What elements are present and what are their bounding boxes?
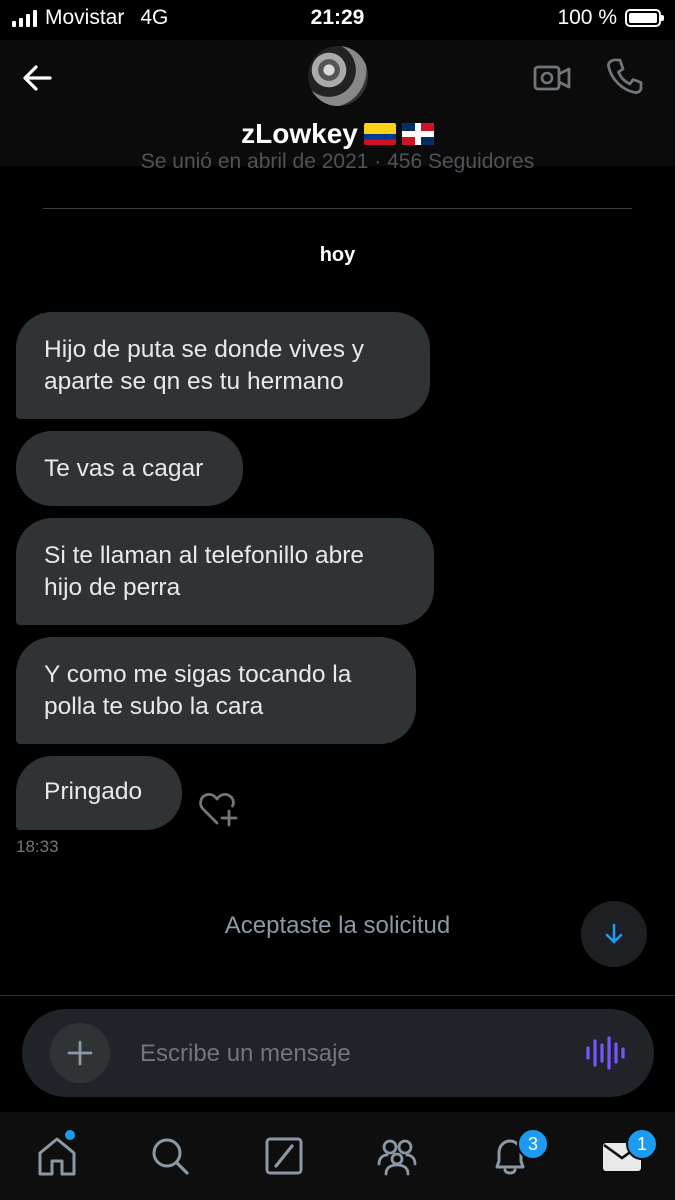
scroll-to-bottom-button[interactable]: [581, 901, 647, 967]
message-timestamp: 18:33: [16, 837, 59, 856]
home-notification-dot: [65, 1130, 75, 1140]
contact-name[interactable]: zLowkey: [0, 118, 675, 150]
phone-icon: [607, 58, 643, 94]
home-icon: [38, 1137, 76, 1176]
add-attachment-button[interactable]: [50, 1023, 110, 1083]
search-icon: [152, 1138, 189, 1175]
voice-call-button[interactable]: [604, 56, 644, 96]
video-call-button[interactable]: [532, 58, 572, 98]
add-reaction-button[interactable]: [198, 790, 240, 828]
video-camera-icon: [533, 65, 571, 91]
nav-search[interactable]: [148, 1134, 192, 1178]
notifications-badge: 3: [517, 1128, 549, 1160]
voice-waveform-icon: [586, 1036, 625, 1070]
date-separator: hoy: [319, 244, 356, 266]
colombia-flag-icon: [363, 123, 396, 145]
back-button[interactable]: [18, 58, 58, 98]
battery-percent: 100 %: [557, 6, 617, 29]
bottom-navigation: 3 1: [0, 1112, 675, 1200]
nav-messages[interactable]: 1: [600, 1128, 658, 1178]
message-bubble[interactable]: Hijo de puta se donde vives y aparte se …: [16, 312, 430, 419]
message-bubble[interactable]: Pringado: [16, 756, 182, 830]
message-bubble[interactable]: Si te llaman al telefonillo abre hijo de…: [16, 518, 434, 625]
arrow-down-icon: [605, 923, 623, 944]
message-composer: [22, 1009, 654, 1097]
nav-home[interactable]: [35, 1130, 79, 1178]
request-accepted-notice: Aceptaste la solicitud: [224, 912, 451, 939]
grok-icon: [265, 1137, 303, 1175]
chat-header: zLowkey: [0, 40, 675, 166]
dominican-republic-flag-icon: [401, 123, 434, 145]
composer-divider: [0, 995, 675, 996]
message-bubble[interactable]: Y como me sigas tocando la polla te subo…: [16, 637, 416, 744]
arrow-left-icon: [23, 65, 52, 91]
contact-name-text: zLowkey: [241, 118, 358, 149]
avatar[interactable]: [308, 46, 368, 106]
heart-plus-icon: [199, 793, 238, 827]
nav-communities[interactable]: [375, 1134, 419, 1178]
message-input[interactable]: [140, 1037, 540, 1071]
status-bar: Movistar 4G 21:29 100 %: [0, 0, 675, 40]
battery-icon: [625, 9, 664, 27]
profile-joined-info: Se unió en abril de 2021 · 456 Seguidore…: [140, 150, 535, 173]
divider: [43, 208, 632, 209]
nav-notifications[interactable]: 3: [488, 1128, 549, 1178]
messages-badge: 1: [626, 1128, 658, 1160]
plus-icon: [67, 1040, 93, 1066]
communities-icon: [377, 1139, 417, 1176]
voice-message-button[interactable]: [582, 1035, 626, 1071]
battery-status: 100 %: [557, 6, 664, 30]
message-bubble[interactable]: Te vas a cagar: [16, 431, 243, 506]
nav-grok[interactable]: [262, 1134, 306, 1178]
